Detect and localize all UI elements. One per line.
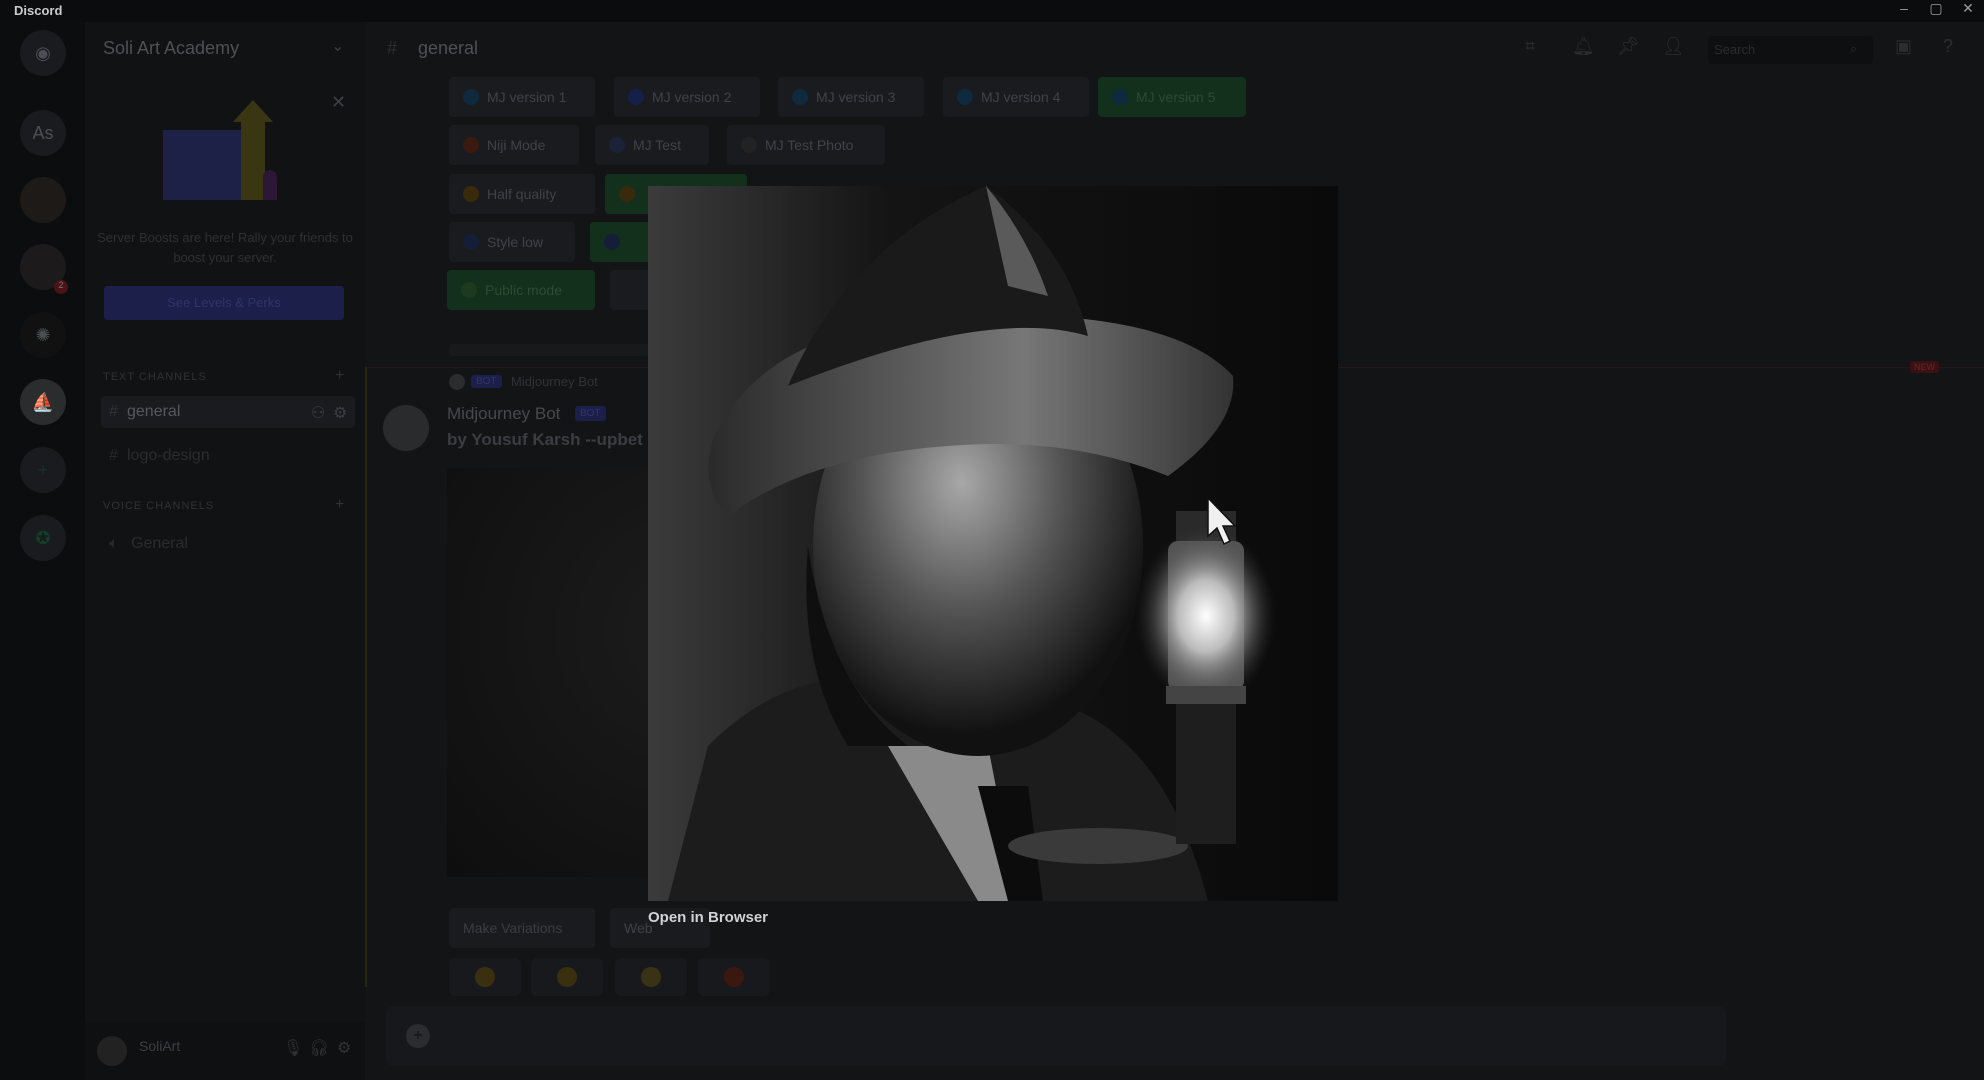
lightbox-image[interactable] xyxy=(648,186,1338,901)
open-in-browser-link[interactable]: Open in Browser xyxy=(648,909,768,926)
